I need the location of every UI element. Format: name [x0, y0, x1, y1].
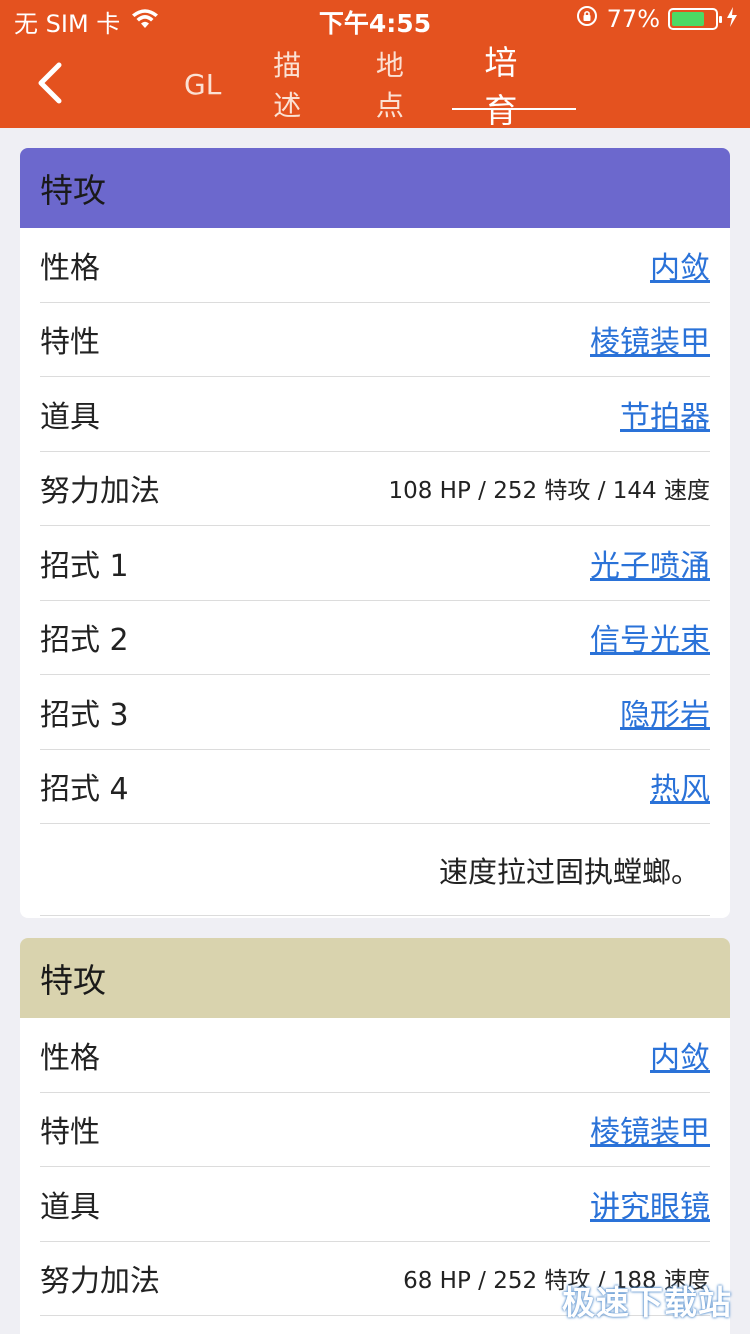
row-label: 努力加法 [40, 1264, 160, 1300]
ability-link[interactable]: 棱镜装甲 [590, 317, 710, 361]
watermark-logo: 极速下载站 [562, 1283, 732, 1322]
battery-percent: 77% [606, 5, 660, 33]
list-item: 特性 棱镜装甲 [40, 1093, 710, 1167]
ability-link[interactable]: 棱镜装甲 [590, 1107, 710, 1151]
orientation-lock-icon [575, 4, 599, 34]
move-link[interactable]: 隐形岩 [620, 690, 710, 734]
row-label: 招式 2 [40, 623, 129, 659]
card-title: 特攻 [20, 938, 730, 1018]
row-label: 特性 [40, 1115, 100, 1151]
nature-link[interactable]: 内敛 [650, 1033, 710, 1077]
build-card: 特攻 性格 内敛 特性 棱镜装甲 道具 讲究眼镜 努力加法 68 HP / 25… [20, 938, 730, 1334]
tab-description[interactable]: 描述 [247, 40, 350, 128]
card-title: 特攻 [20, 148, 730, 228]
row-label: 道具 [40, 1189, 100, 1225]
nav-bar: GL 描述 地点 培育 [0, 40, 750, 128]
move-link[interactable]: 光子喷涌 [590, 541, 710, 585]
move-link[interactable]: 信号光束 [590, 615, 710, 659]
build-note: 速度拉过固执螳螂。 [40, 824, 710, 916]
move-link[interactable]: 热风 [650, 764, 710, 808]
charging-bolt-icon [726, 5, 738, 33]
list-item: 道具 节拍器 [40, 377, 710, 452]
row-label: 招式 3 [40, 697, 129, 733]
row-label: 道具 [40, 399, 100, 435]
item-link[interactable]: 讲究眼镜 [590, 1182, 710, 1226]
row-label: 性格 [40, 250, 100, 286]
row-label: 特性 [40, 325, 100, 361]
battery-icon [668, 8, 722, 30]
item-link[interactable]: 节拍器 [620, 392, 710, 436]
list-item: 招式 2 信号光束 [40, 601, 710, 675]
tab-strip: GL 描述 地点 培育 [176, 40, 576, 128]
tab-location[interactable]: 地点 [350, 40, 453, 128]
row-label: 招式 1 [40, 548, 129, 584]
list-item: 道具 讲究眼镜 [40, 1167, 710, 1242]
tab-gl[interactable]: GL [176, 40, 247, 128]
row-label: 性格 [40, 1040, 100, 1076]
tab-breeding[interactable]: 培育 [452, 40, 576, 128]
list-item: 努力加法 108 HP / 252 特攻 / 144 速度 [40, 452, 710, 526]
list-item: 特性 棱镜装甲 [40, 303, 710, 377]
list-item: 性格 内敛 [40, 228, 710, 303]
nature-link[interactable]: 内敛 [650, 243, 710, 287]
list-item: 性格 内敛 [40, 1018, 710, 1093]
list-item: 招式 4 热风 [40, 750, 710, 824]
chevron-left-icon [38, 62, 62, 104]
row-label: 努力加法 [40, 474, 160, 510]
battery-level [672, 12, 704, 26]
list-item: 招式 1 光子喷涌 [40, 526, 710, 601]
status-bar: 无 SIM 卡 下午4:55 77% [0, 0, 750, 40]
row-label: 招式 4 [40, 772, 129, 808]
list-item: 招式 3 隐形岩 [40, 675, 710, 750]
build-card: 特攻 性格 内敛 特性 棱镜装甲 道具 节拍器 努力加法 108 HP / 25… [20, 148, 730, 918]
ev-spread-value: 108 HP / 252 特攻 / 144 速度 [388, 478, 710, 505]
status-right: 77% [575, 4, 738, 34]
back-button[interactable] [30, 58, 70, 108]
